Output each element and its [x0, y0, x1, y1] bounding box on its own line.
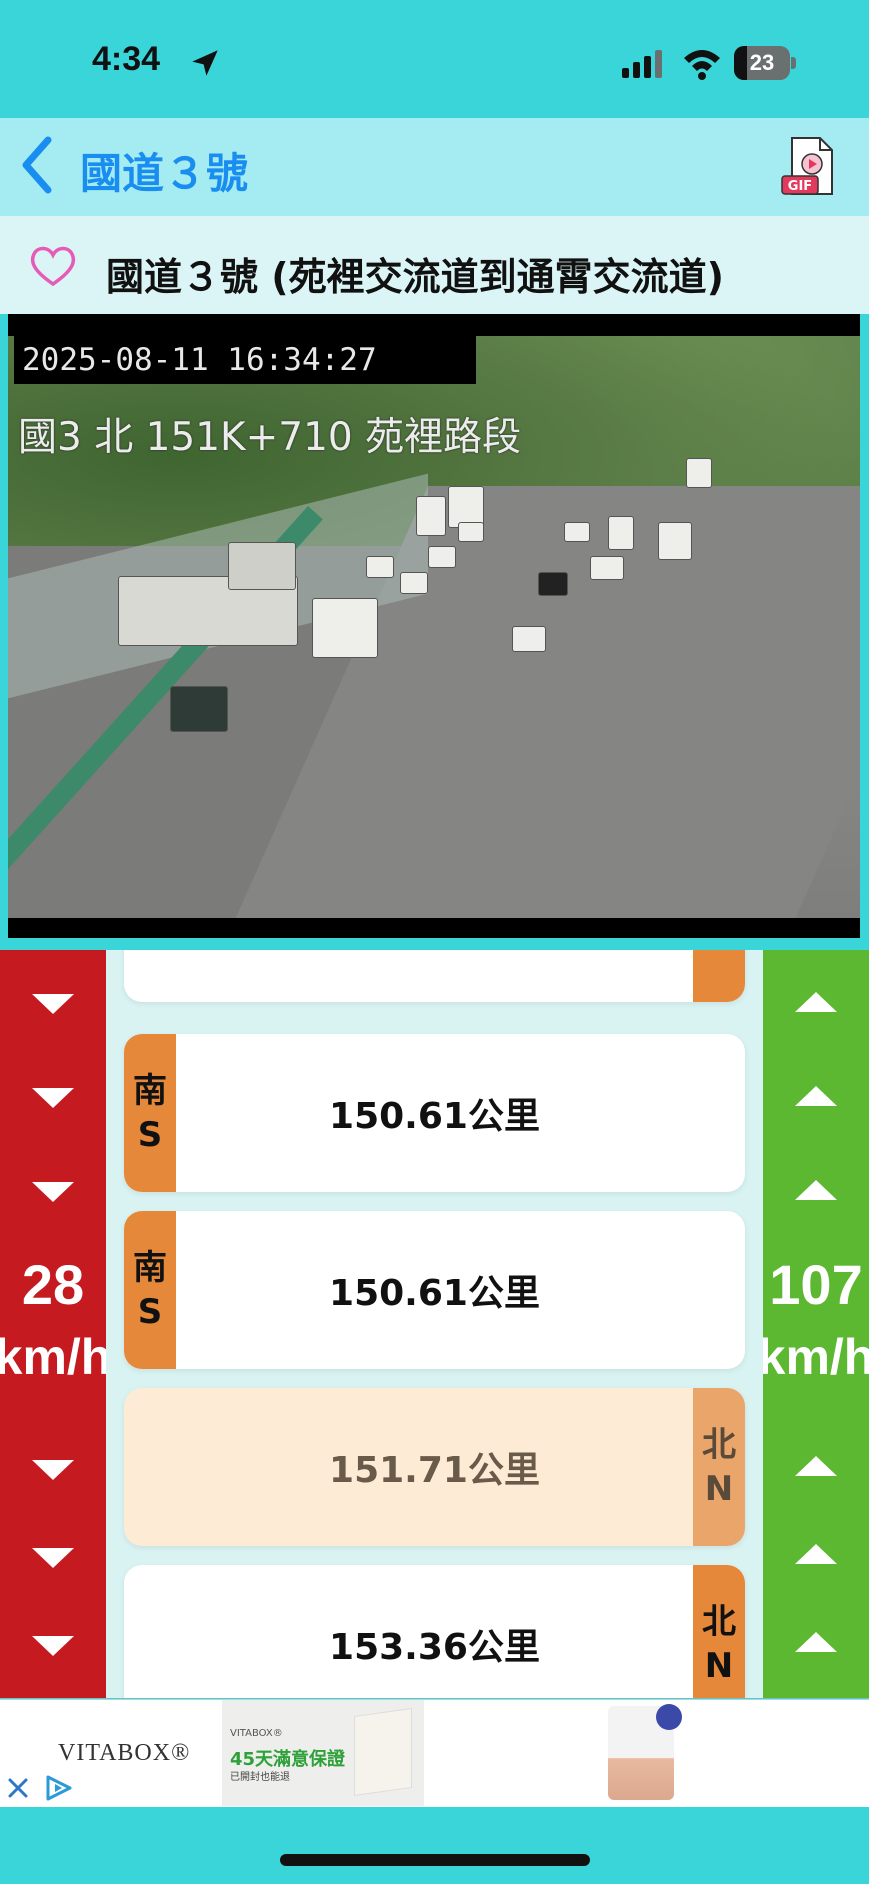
svg-text:GIF: GIF — [788, 179, 812, 194]
gif-file-icon[interactable]: GIF — [780, 136, 838, 198]
camera-km-label: 153.36公里 — [329, 1627, 540, 1668]
location-arrow-icon — [192, 50, 218, 76]
ad-choices-icon[interactable] — [44, 1774, 74, 1802]
camera-timestamp: 2025-08-11 16:34:27 — [14, 336, 476, 384]
close-icon[interactable] — [6, 1776, 30, 1800]
direction-char: 北 — [702, 1425, 736, 1465]
chevron-down-icon — [32, 1636, 74, 1656]
camera-list[interactable]: N 150.61公里 南S 150.61公里 南S 151.71公里 北N 15… — [106, 950, 763, 1698]
direction-letter: N — [704, 1469, 734, 1509]
heart-outline-icon[interactable] — [28, 244, 78, 288]
chevron-down-icon — [32, 1548, 74, 1568]
bottom-bar — [0, 1807, 869, 1884]
ad-brand-logo[interactable]: VITABOX® — [58, 1740, 190, 1767]
direction-letter: S — [137, 1292, 163, 1332]
ad-box-brand: VITABOX® — [230, 1728, 283, 1739]
direction-tab-north: 北N — [693, 1388, 745, 1546]
camera-list-item[interactable]: N — [124, 950, 745, 1002]
ad-product-box — [354, 1707, 412, 1797]
direction-char: 北 — [702, 1602, 736, 1642]
camera-km-label: 150.61公里 — [329, 1273, 540, 1314]
southbound-speed-panel: 28 km/h — [0, 950, 106, 1698]
camera-location-label: 國3 北 151K+710 苑裡路段 — [18, 415, 522, 460]
chevron-up-icon — [795, 1086, 837, 1106]
chevron-down-icon — [32, 1182, 74, 1202]
home-indicator[interactable] — [280, 1854, 590, 1866]
direction-char: 南 — [133, 1071, 167, 1111]
cellular-signal-icon — [622, 50, 662, 78]
direction-tab-south: 南S — [124, 1211, 176, 1369]
chevron-left-icon[interactable] — [18, 134, 58, 196]
direction-char: 南 — [133, 1248, 167, 1288]
camera-list-item[interactable]: 150.61公里 南S — [124, 1034, 745, 1192]
chevron-up-icon — [795, 1456, 837, 1476]
chevron-up-icon — [795, 1544, 837, 1564]
chevron-down-icon — [32, 1088, 74, 1108]
nav-title[interactable]: 國道３號 — [80, 140, 248, 201]
northbound-speed-unit: km/h — [763, 1329, 869, 1385]
camera-list-item-selected[interactable]: 151.71公里 北N — [124, 1388, 745, 1546]
ad-badge-icon — [656, 1704, 682, 1730]
southbound-speed-unit: km/h — [0, 1329, 106, 1385]
chevron-up-icon — [795, 1632, 837, 1652]
southbound-speed-value: 28 — [21, 1253, 85, 1316]
camera-image[interactable]: 2025-08-11 16:34:27 國3 北 151K+710 苑裡路段 — [8, 314, 860, 938]
wifi-icon — [684, 50, 720, 80]
direction-letter: S — [137, 1115, 163, 1155]
ad-promo-subtext: 已開封也能退 — [230, 1772, 290, 1783]
northbound-speed-panel: 107 km/h — [763, 950, 869, 1698]
battery-percent: 23 — [749, 50, 775, 75]
camera-km-label: 151.71公里 — [329, 1450, 540, 1491]
route-title: 國道３號 (苑裡交流道到通霄交流道) — [106, 255, 724, 299]
northbound-speed-value: 107 — [769, 1253, 863, 1316]
direction-tab-south: 南S — [124, 1034, 176, 1192]
direction-tab-north: N — [693, 950, 745, 1002]
camera-km-label: 150.61公里 — [329, 1096, 540, 1137]
status-time: 4:34 — [92, 40, 161, 78]
chevron-down-icon — [32, 1460, 74, 1480]
camera-list-item[interactable]: 153.36公里 北N — [124, 1565, 745, 1698]
direction-tab-north: 北N — [693, 1565, 745, 1698]
camera-km-label — [124, 950, 745, 1002]
chevron-up-icon — [795, 992, 837, 1012]
battery-indicator: 23 — [734, 46, 796, 80]
chevron-up-icon — [795, 1180, 837, 1200]
chevron-down-icon — [32, 994, 74, 1014]
camera-list-item[interactable]: 150.61公里 南S — [124, 1211, 745, 1369]
direction-letter: N — [704, 1646, 734, 1686]
